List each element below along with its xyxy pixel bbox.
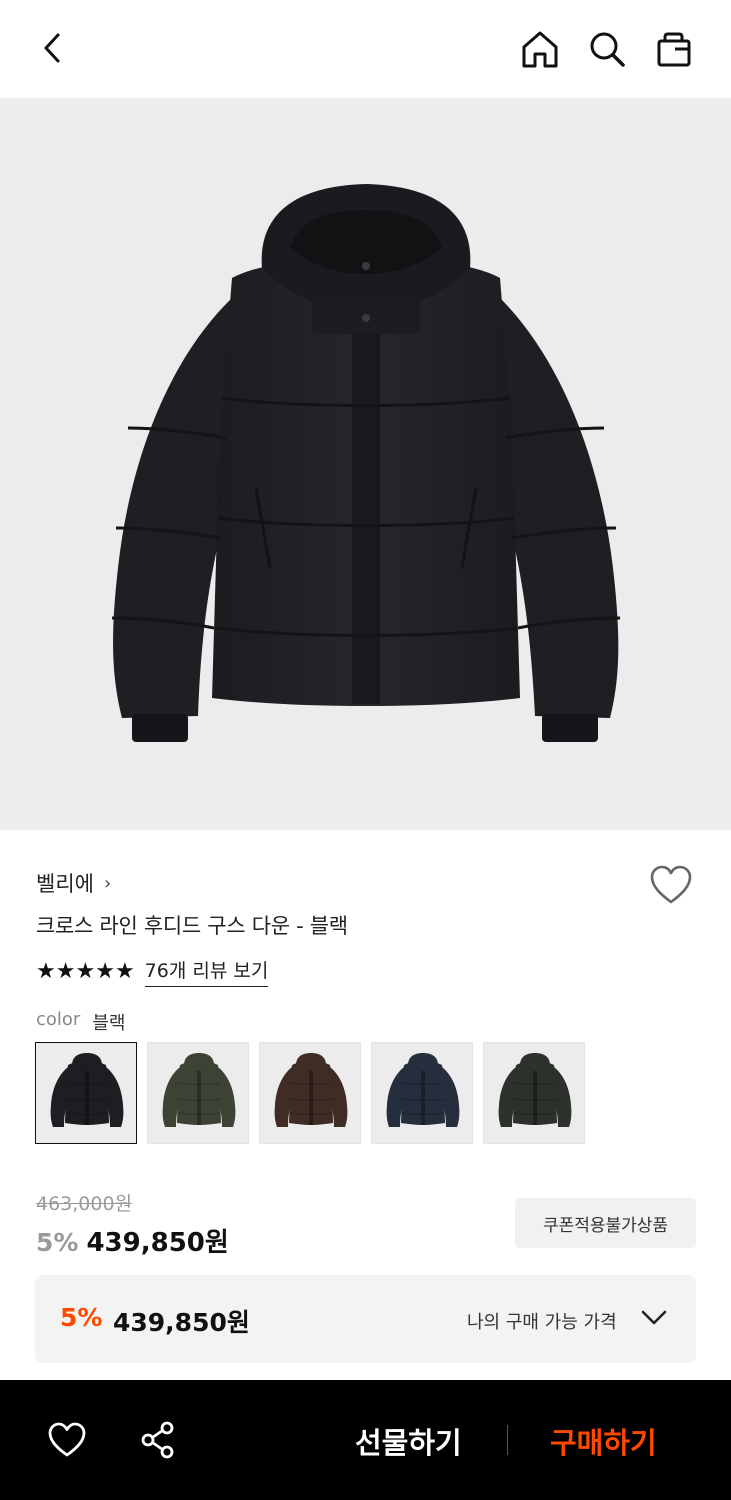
color-row: color 블랙 <box>36 1009 125 1035</box>
search-icon <box>590 32 625 67</box>
product-name: 크로스 라인 후디드 구스 다운 - 블랙 <box>36 914 348 938</box>
star-icon: ★ <box>114 958 135 984</box>
brand-link[interactable]: 벨리에 › <box>36 868 111 898</box>
star-icon: ★ <box>95 958 115 984</box>
bottom-action-bar: 선물하기 구매하기 <box>0 1380 731 1500</box>
sale-price: 439,850원 <box>86 1228 229 1258</box>
share-icon <box>141 1421 174 1459</box>
color-swatch[interactable] <box>371 1042 473 1144</box>
gift-button[interactable]: 선물하기 <box>355 1420 462 1462</box>
color-label: color <box>36 1009 81 1030</box>
divider <box>507 1425 508 1455</box>
heart-icon <box>48 1422 86 1457</box>
review-link[interactable]: 76개 리뷰 보기 <box>144 956 269 987</box>
color-swatch[interactable] <box>147 1042 249 1144</box>
bottom-wishlist-button[interactable] <box>45 1418 89 1462</box>
coupon-badge: 쿠폰적용불가상품 <box>515 1198 696 1248</box>
jacket-thumbnail <box>498 1053 572 1127</box>
discount-percent: 5% <box>36 1228 79 1257</box>
jacket-thumbnail <box>386 1053 460 1127</box>
home-icon <box>522 31 558 68</box>
brand-name: 벨리에 <box>36 872 94 896</box>
share-button[interactable] <box>136 1418 180 1462</box>
jacket-thumbnail <box>162 1053 236 1127</box>
heart-icon <box>650 865 692 904</box>
chevron-down-icon <box>641 1310 667 1325</box>
my-price-percent: 5% <box>60 1303 103 1332</box>
color-swatch[interactable] <box>483 1042 585 1144</box>
star-icon: ★ <box>75 958 96 984</box>
rating-row: ★ ★ ★ ★ ★ 76개 리뷰 보기 <box>36 956 269 987</box>
color-swatch[interactable] <box>35 1042 137 1144</box>
my-price-label: 나의 구매 가능 가격 <box>467 1312 617 1333</box>
product-image[interactable] <box>0 98 731 830</box>
search-button[interactable] <box>585 28 629 72</box>
jacket-thumbnail <box>50 1053 124 1127</box>
chevron-right-icon: › <box>103 872 112 894</box>
star-icon: ★ <box>36 958 56 984</box>
cart-button[interactable] <box>652 28 696 72</box>
color-value: 블랙 <box>92 1013 126 1034</box>
jacket-thumbnail <box>274 1053 348 1127</box>
jacket-image <box>111 184 621 742</box>
star-icon: ★ <box>55 958 76 984</box>
star-rating: ★ ★ ★ ★ ★ <box>36 958 135 984</box>
color-swatches <box>35 1042 585 1144</box>
shopping-bag-icon <box>657 32 691 67</box>
chevron-left-icon <box>44 33 60 63</box>
price-row: 5% 439,850원 <box>36 1222 229 1259</box>
top-bar <box>0 0 731 98</box>
back-button[interactable] <box>30 28 74 72</box>
wishlist-button[interactable] <box>648 864 694 906</box>
buy-button[interactable]: 구매하기 <box>550 1420 657 1462</box>
home-button[interactable] <box>518 28 562 72</box>
my-price-box[interactable]: 5% 439,850원 나의 구매 가능 가격 <box>35 1275 696 1363</box>
color-swatch[interactable] <box>259 1042 361 1144</box>
original-price: 463,000원 <box>36 1193 133 1215</box>
my-price-amount: 439,850원 <box>113 1308 250 1337</box>
